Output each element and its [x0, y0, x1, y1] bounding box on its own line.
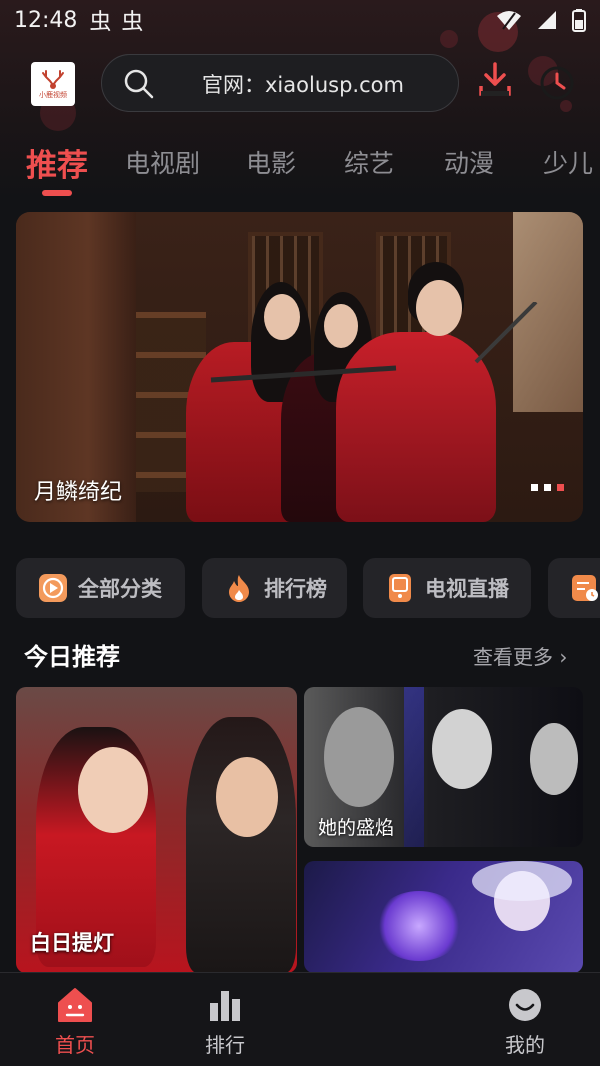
history-clock-icon[interactable] — [538, 64, 576, 102]
wifi-icon — [497, 11, 521, 30]
tab-tv-series[interactable]: 电视剧 — [125, 144, 200, 180]
sword-graphic — [210, 302, 538, 383]
tab-anime[interactable]: 动漫 — [444, 144, 494, 180]
video-card[interactable]: 她的盛焰 — [304, 687, 583, 847]
pagination-dot-active[interactable] — [557, 484, 564, 491]
quick-link-label: 全部分类 — [78, 577, 162, 601]
notification-icon: 虫 — [121, 10, 144, 35]
nav-label: 我的 — [505, 1033, 545, 1057]
tab-kids[interactable]: 少儿 — [543, 144, 593, 180]
pagination-dot[interactable] — [531, 484, 538, 491]
history-list-icon — [572, 575, 598, 601]
tab-movies[interactable]: 电影 — [246, 144, 296, 180]
search-placeholder: 官网：xiaolusp.com — [202, 73, 404, 97]
notification-icon: 虫 — [89, 10, 112, 35]
card-title: 白日提灯 — [30, 931, 114, 955]
pagination-dot[interactable] — [544, 484, 551, 491]
app-header: 小鹿视频 官网：xiaolusp.com — [0, 52, 600, 116]
tv-icon — [389, 574, 411, 602]
nav-profile[interactable]: 我的 — [465, 987, 585, 1058]
app-logo[interactable]: 小鹿视频 — [31, 62, 75, 106]
bottom-navigation: 首页 排行 我的 — [0, 972, 600, 1066]
card-title: 她的盛焰 — [318, 817, 395, 839]
banner-title: 月鳞绮纪 — [34, 480, 123, 505]
battery-icon — [572, 9, 586, 32]
deer-antler-icon — [42, 69, 64, 89]
section-title: 今日推荐 — [24, 643, 120, 671]
nav-home[interactable]: 首页 — [15, 987, 135, 1058]
ranking-button[interactable]: 排行榜 — [202, 558, 347, 618]
status-bar: 12:48 虫 虫 — [0, 0, 600, 40]
history-list-button[interactable] — [548, 558, 600, 618]
category-tabs: 推荐 电视剧 电影 综艺 动漫 少儿 — [0, 138, 600, 198]
flame-icon — [229, 575, 249, 602]
search-icon — [124, 69, 154, 99]
live-tv-button[interactable]: 电视直播 — [363, 558, 531, 618]
banner-pagination — [531, 484, 564, 491]
search-bar[interactable]: 官网：xiaolusp.com — [101, 54, 459, 112]
nav-label: 排行 — [205, 1033, 245, 1057]
see-more-link[interactable]: 查看更多 › — [473, 641, 567, 670]
home-icon — [58, 988, 92, 1022]
nav-label: 首页 — [55, 1033, 95, 1057]
video-card[interactable] — [304, 861, 583, 973]
tab-indicator — [42, 190, 72, 196]
tab-variety[interactable]: 综艺 — [344, 144, 394, 180]
status-time: 12:48 — [14, 7, 78, 33]
play-category-icon — [39, 574, 67, 602]
video-card[interactable]: 白日提灯 — [16, 687, 297, 973]
logo-text: 小鹿视频 — [39, 90, 67, 99]
tab-recommend[interactable]: 推荐 — [26, 140, 88, 185]
all-categories-button[interactable]: 全部分类 — [16, 558, 185, 618]
smile-face-icon — [509, 989, 541, 1021]
nav-ranking[interactable]: 排行 — [165, 987, 285, 1058]
quick-links: 全部分类 排行榜 电视直播 — [0, 558, 600, 620]
download-icon[interactable] — [477, 60, 513, 100]
quick-link-label: 电视直播 — [425, 577, 509, 601]
bar-chart-icon — [210, 991, 240, 1021]
signal-icon — [538, 11, 556, 29]
quick-link-label: 排行榜 — [264, 577, 327, 601]
hero-banner[interactable]: 月鳞绮纪 — [16, 212, 583, 522]
